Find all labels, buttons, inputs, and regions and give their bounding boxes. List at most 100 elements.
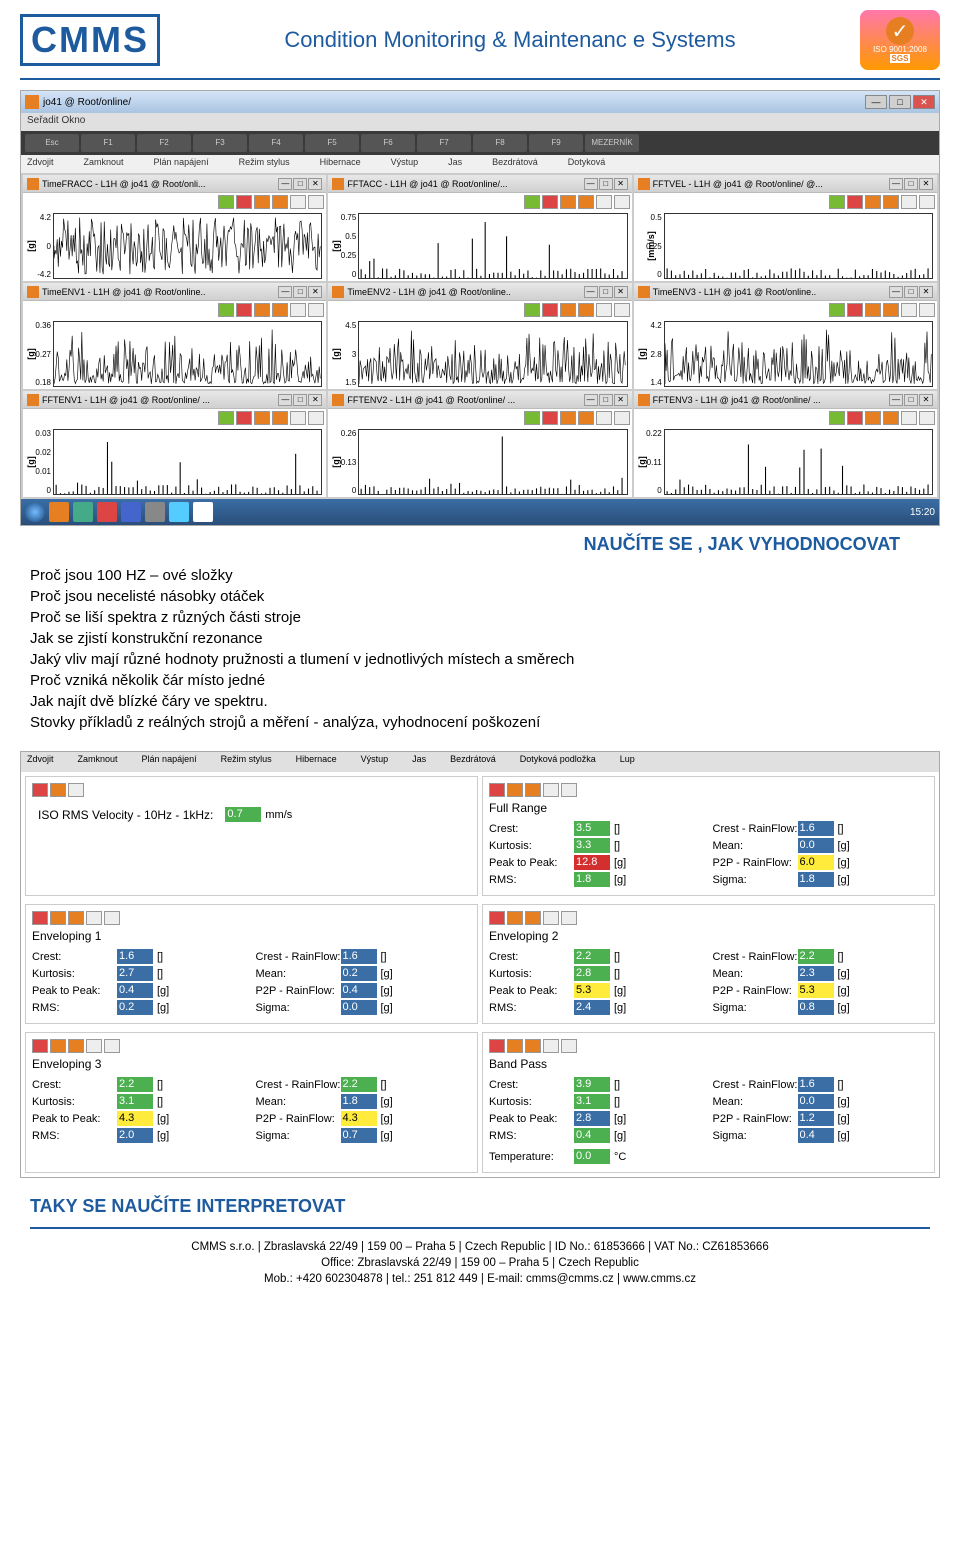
start-button[interactable]: [25, 502, 45, 522]
tool-icon[interactable]: [272, 303, 288, 317]
panel-minimize-button[interactable]: —: [278, 394, 292, 406]
tool-icon[interactable]: [596, 195, 612, 209]
panel-minimize-button[interactable]: —: [584, 394, 598, 406]
toolbar-item[interactable]: Zdvojit: [27, 754, 54, 770]
tool-icon[interactable]: [614, 195, 630, 209]
function-key[interactable]: F8: [473, 134, 527, 152]
panel-close-button[interactable]: ✕: [919, 394, 933, 406]
tool-icon[interactable]: [525, 1039, 541, 1053]
panel-minimize-button[interactable]: —: [889, 286, 903, 298]
taskbar-app-icon[interactable]: [121, 502, 141, 522]
panel-close-button[interactable]: ✕: [614, 178, 628, 190]
tool-icon[interactable]: [560, 303, 576, 317]
tool-icon[interactable]: [596, 411, 612, 425]
close-button[interactable]: ✕: [913, 95, 935, 109]
panel-maximize-button[interactable]: □: [904, 394, 918, 406]
tool-icon[interactable]: [236, 411, 252, 425]
tool-icon[interactable]: [254, 195, 270, 209]
tool-icon[interactable]: [578, 195, 594, 209]
panel-minimize-button[interactable]: —: [889, 178, 903, 190]
toolbar-item[interactable]: Jas: [412, 754, 426, 770]
tool-icon[interactable]: [829, 411, 845, 425]
tool-icon[interactable]: [32, 783, 48, 797]
tool-icon[interactable]: [290, 195, 306, 209]
tool-icon[interactable]: [32, 911, 48, 925]
tool-icon[interactable]: [104, 1039, 120, 1053]
tool-icon[interactable]: [236, 303, 252, 317]
panel-close-button[interactable]: ✕: [614, 286, 628, 298]
tool-icon[interactable]: [489, 783, 505, 797]
tool-icon[interactable]: [86, 911, 102, 925]
plot-canvas[interactable]: [53, 213, 322, 279]
function-key[interactable]: Esc: [25, 134, 79, 152]
tool-icon[interactable]: [919, 195, 935, 209]
function-key[interactable]: F1: [81, 134, 135, 152]
tool-icon[interactable]: [524, 303, 540, 317]
toolbar-item[interactable]: Hibernace: [320, 157, 361, 171]
tool-icon[interactable]: [254, 303, 270, 317]
plot-canvas[interactable]: [358, 213, 627, 279]
tool-icon[interactable]: [596, 303, 612, 317]
taskbar-app-icon[interactable]: [145, 502, 165, 522]
tool-icon[interactable]: [578, 303, 594, 317]
tool-icon[interactable]: [32, 1039, 48, 1053]
tool-icon[interactable]: [542, 195, 558, 209]
tool-icon[interactable]: [829, 303, 845, 317]
panel-maximize-button[interactable]: □: [599, 178, 613, 190]
function-key[interactable]: F9: [529, 134, 583, 152]
panel-minimize-button[interactable]: —: [278, 178, 292, 190]
tool-icon[interactable]: [507, 1039, 523, 1053]
tool-icon[interactable]: [614, 411, 630, 425]
tool-icon[interactable]: [489, 911, 505, 925]
tool-icon[interactable]: [883, 303, 899, 317]
panel-maximize-button[interactable]: □: [904, 178, 918, 190]
tool-icon[interactable]: [218, 411, 234, 425]
plot-canvas[interactable]: [664, 429, 933, 495]
tool-icon[interactable]: [290, 411, 306, 425]
tool-icon[interactable]: [308, 411, 324, 425]
toolbar-item[interactable]: Plán napájení: [142, 754, 197, 770]
tool-icon[interactable]: [50, 911, 66, 925]
plot-canvas[interactable]: [53, 429, 322, 495]
function-key[interactable]: F7: [417, 134, 471, 152]
panel-maximize-button[interactable]: □: [904, 286, 918, 298]
function-key[interactable]: F5: [305, 134, 359, 152]
tool-icon[interactable]: [218, 303, 234, 317]
taskbar-app-icon[interactable]: [49, 502, 69, 522]
plot-canvas[interactable]: [358, 321, 627, 387]
function-key[interactable]: F4: [249, 134, 303, 152]
function-key[interactable]: F3: [193, 134, 247, 152]
tool-icon[interactable]: [272, 411, 288, 425]
plot-canvas[interactable]: [664, 321, 933, 387]
toolbar-item[interactable]: Hibernace: [296, 754, 337, 770]
tool-icon[interactable]: [308, 195, 324, 209]
function-key[interactable]: F6: [361, 134, 415, 152]
panel-close-button[interactable]: ✕: [614, 394, 628, 406]
tool-icon[interactable]: [560, 411, 576, 425]
taskbar-app-icon[interactable]: [97, 502, 117, 522]
taskbar-app-icon[interactable]: [169, 502, 189, 522]
tool-icon[interactable]: [68, 783, 84, 797]
tool-icon[interactable]: [524, 411, 540, 425]
toolbar-item[interactable]: Dotyková podložka: [520, 754, 596, 770]
panel-maximize-button[interactable]: □: [599, 394, 613, 406]
function-key[interactable]: F2: [137, 134, 191, 152]
tool-icon[interactable]: [543, 911, 559, 925]
tool-icon[interactable]: [254, 411, 270, 425]
tool-icon[interactable]: [290, 303, 306, 317]
panel-close-button[interactable]: ✕: [308, 178, 322, 190]
toolbar-item[interactable]: Plán napájení: [154, 157, 209, 171]
tool-icon[interactable]: [308, 303, 324, 317]
tool-icon[interactable]: [865, 411, 881, 425]
tool-icon[interactable]: [901, 303, 917, 317]
toolbar-item[interactable]: Dotyková: [568, 157, 606, 171]
panel-close-button[interactable]: ✕: [919, 286, 933, 298]
tool-icon[interactable]: [524, 195, 540, 209]
tool-icon[interactable]: [883, 195, 899, 209]
tool-icon[interactable]: [560, 195, 576, 209]
tool-icon[interactable]: [919, 303, 935, 317]
tool-icon[interactable]: [901, 411, 917, 425]
panel-maximize-button[interactable]: □: [293, 178, 307, 190]
tool-icon[interactable]: [847, 411, 863, 425]
panel-minimize-button[interactable]: —: [584, 286, 598, 298]
